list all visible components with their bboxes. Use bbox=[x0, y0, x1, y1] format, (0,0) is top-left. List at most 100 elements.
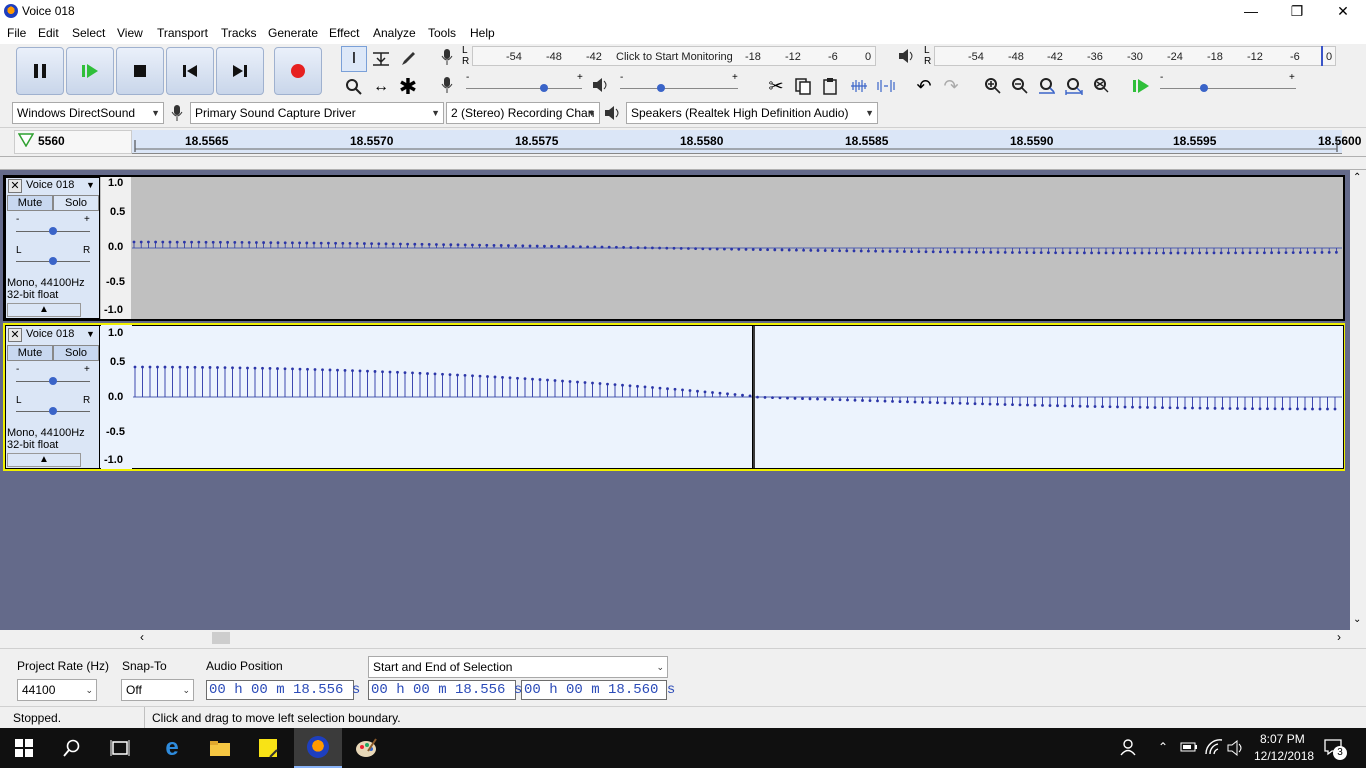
recording-device-dropdown[interactable]: Primary Sound Capture Driver ▼ bbox=[190, 102, 444, 124]
track-2-gain-thumb[interactable] bbox=[49, 377, 57, 385]
horizontal-scroll-thumb[interactable] bbox=[212, 632, 230, 644]
track-2-waveform[interactable] bbox=[133, 326, 1342, 468]
track-2-collapse-button[interactable]: ▲ bbox=[7, 453, 81, 467]
sticky-notes-button[interactable] bbox=[244, 728, 292, 768]
menu-edit[interactable]: Edit bbox=[38, 26, 59, 40]
menu-file[interactable]: File bbox=[7, 26, 26, 40]
scroll-left-icon[interactable]: ‹ bbox=[140, 630, 144, 644]
envelope-tool[interactable] bbox=[368, 46, 394, 72]
menu-effect[interactable]: Effect bbox=[329, 26, 359, 40]
recording-channels-dropdown[interactable]: 2 (Stereo) Recording Chan ▼ bbox=[446, 102, 600, 124]
fit-selection-button[interactable] bbox=[1034, 73, 1060, 99]
record-button[interactable] bbox=[274, 47, 322, 95]
play-head-icon[interactable] bbox=[17, 133, 35, 150]
menu-tools[interactable]: Tools bbox=[428, 26, 456, 40]
minimize-button[interactable]: — bbox=[1228, 0, 1274, 24]
track-2-name[interactable]: Voice 018 bbox=[26, 328, 74, 340]
track-1-close-button[interactable]: ✕ bbox=[8, 179, 22, 193]
track-1-mute-button[interactable]: Mute bbox=[7, 195, 53, 211]
menu-generate[interactable]: Generate bbox=[268, 26, 318, 40]
project-rate-dropdown[interactable]: 44100 ⌄ bbox=[17, 679, 97, 701]
menu-help[interactable]: Help bbox=[470, 26, 495, 40]
monitoring-prompt[interactable]: Click to Start Monitoring bbox=[616, 51, 733, 63]
volume-icon[interactable] bbox=[1227, 739, 1245, 759]
track-2-clip-boundary[interactable] bbox=[752, 326, 755, 468]
scroll-down-icon[interactable]: ⌄ bbox=[1353, 614, 1361, 625]
selection-end-field[interactable]: 00 h 00 m 18.560 s bbox=[521, 680, 675, 700]
selection-mode-dropdown[interactable]: Start and End of Selection ⌄ bbox=[368, 656, 668, 678]
horizontal-scrollbar[interactable]: ‹ › bbox=[132, 630, 1350, 646]
restore-button[interactable]: ❐ bbox=[1274, 0, 1320, 24]
file-explorer-button[interactable] bbox=[196, 728, 244, 768]
menu-tracks[interactable]: Tracks bbox=[221, 26, 257, 40]
scroll-right-icon[interactable]: › bbox=[1337, 630, 1341, 644]
track-1-menu-icon[interactable]: ▼ bbox=[86, 180, 95, 190]
close-button[interactable]: ✕ bbox=[1320, 0, 1366, 24]
track-2-solo-button[interactable]: Solo bbox=[53, 345, 99, 361]
undo-button[interactable]: ↶ bbox=[911, 73, 937, 99]
audacity-taskbar-button[interactable] bbox=[294, 728, 342, 768]
trim-audio-button[interactable] bbox=[846, 73, 872, 99]
zoom-out-button[interactable] bbox=[1007, 73, 1033, 99]
zoom-toggle-button[interactable] bbox=[1088, 73, 1114, 99]
track-1-name[interactable]: Voice 018 bbox=[26, 179, 74, 191]
battery-icon[interactable] bbox=[1180, 741, 1198, 756]
cut-button[interactable]: ✂ bbox=[763, 73, 789, 99]
playback-volume-slider[interactable] bbox=[620, 88, 738, 89]
zoom-in-button[interactable] bbox=[980, 73, 1006, 99]
clock-date[interactable]: 12/12/2018 bbox=[1254, 749, 1314, 763]
start-button[interactable] bbox=[0, 728, 48, 768]
redo-button[interactable]: ↷ bbox=[938, 73, 964, 99]
vertical-scrollbar[interactable]: ⌃ ⌄ bbox=[1350, 170, 1366, 630]
time-shift-tool[interactable]: ↔ bbox=[368, 74, 394, 100]
selection-tool[interactable]: I bbox=[341, 46, 367, 72]
clock-time[interactable]: 8:07 PM bbox=[1260, 732, 1305, 746]
track-2-menu-icon[interactable]: ▼ bbox=[86, 329, 95, 339]
fit-project-button[interactable] bbox=[1061, 73, 1087, 99]
playback-device-dropdown[interactable]: Speakers (Realtek High Definition Audio)… bbox=[626, 102, 878, 124]
track-1-solo-button[interactable]: Solo bbox=[53, 195, 99, 211]
pause-button[interactable] bbox=[16, 47, 64, 95]
draw-tool[interactable] bbox=[395, 46, 421, 72]
track-1-gain-thumb[interactable] bbox=[49, 227, 57, 235]
skip-to-start-button[interactable] bbox=[166, 47, 214, 95]
stop-button[interactable] bbox=[116, 47, 164, 95]
skip-to-end-button[interactable] bbox=[216, 47, 264, 95]
edge-button[interactable]: e bbox=[148, 728, 196, 768]
menu-select[interactable]: Select bbox=[72, 26, 105, 40]
audio-position-field[interactable]: 00 h 00 m 18.556 s bbox=[206, 680, 360, 700]
speaker-meter-icon[interactable] bbox=[898, 48, 916, 67]
zoom-tool[interactable] bbox=[341, 74, 367, 100]
menu-transport[interactable]: Transport bbox=[157, 26, 208, 40]
menu-analyze[interactable]: Analyze bbox=[373, 26, 416, 40]
snap-to-dropdown[interactable]: Off ⌄ bbox=[121, 679, 194, 701]
people-icon[interactable] bbox=[1120, 738, 1138, 759]
search-button[interactable] bbox=[48, 728, 96, 768]
multi-tool[interactable]: ✱ bbox=[395, 74, 421, 100]
chevron-up-icon[interactable]: ⌃ bbox=[1158, 740, 1168, 754]
network-icon[interactable] bbox=[1205, 739, 1223, 758]
play-at-speed-button[interactable] bbox=[1128, 73, 1154, 99]
recording-volume-slider[interactable] bbox=[466, 88, 582, 89]
track-1-pan-thumb[interactable] bbox=[49, 257, 57, 265]
selection-start-field[interactable]: 00 h 00 m 18.556 s bbox=[368, 680, 522, 700]
task-view-button[interactable] bbox=[96, 728, 144, 768]
mic-meter-icon[interactable] bbox=[440, 48, 454, 69]
track-2-close-button[interactable]: ✕ bbox=[8, 328, 22, 342]
copy-button[interactable] bbox=[790, 73, 816, 99]
silence-audio-button[interactable] bbox=[873, 73, 899, 99]
playback-volume-thumb[interactable] bbox=[657, 84, 665, 92]
scroll-up-icon[interactable]: ⌃ bbox=[1353, 172, 1361, 183]
play-button[interactable] bbox=[66, 47, 114, 95]
play-speed-slider[interactable] bbox=[1160, 88, 1296, 89]
track-1-waveform[interactable] bbox=[132, 177, 1342, 319]
menu-view[interactable]: View bbox=[117, 26, 143, 40]
play-speed-thumb[interactable] bbox=[1200, 84, 1208, 92]
audio-host-dropdown[interactable]: Windows DirectSound ▼ bbox=[12, 102, 164, 124]
track-2-mute-button[interactable]: Mute bbox=[7, 345, 53, 361]
track-2-pan-thumb[interactable] bbox=[49, 407, 57, 415]
paste-button[interactable] bbox=[817, 73, 843, 99]
recording-volume-thumb[interactable] bbox=[540, 84, 548, 92]
track-1-collapse-button[interactable]: ▲ bbox=[7, 303, 81, 317]
paint-button[interactable] bbox=[342, 728, 390, 768]
